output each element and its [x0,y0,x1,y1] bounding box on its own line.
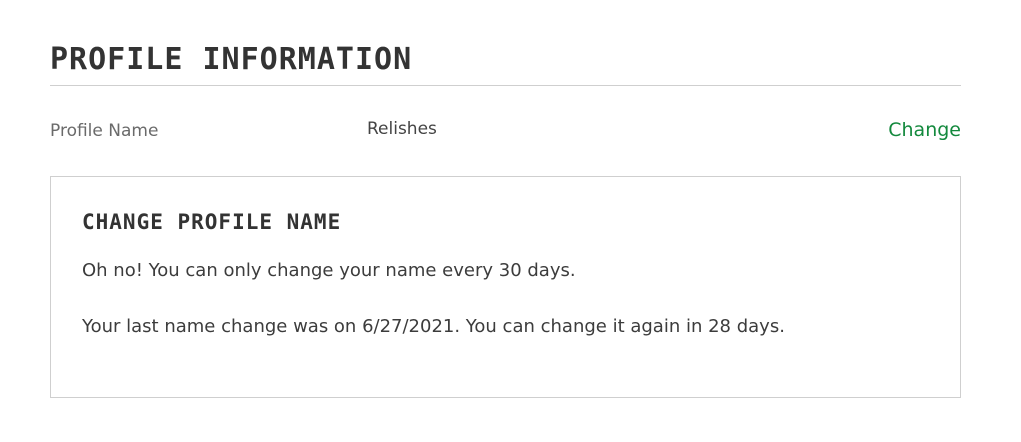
change-frequency-message: Oh no! You can only change your name eve… [82,260,576,281]
section-title: PROFILE INFORMATION [50,42,413,77]
profile-name-value: Relishes [367,119,437,139]
profile-name-row: Profile Name Relishes Change [50,112,961,148]
profile-name-label: Profile Name [50,121,159,141]
last-change-message: Your last name change was on 6/27/2021. … [82,316,785,337]
section-divider [50,85,961,86]
change-profile-name-panel: CHANGE PROFILE NAME Oh no! You can only … [50,176,961,398]
change-profile-name-title: CHANGE PROFILE NAME [82,210,342,234]
change-profile-name-link[interactable]: Change [888,119,961,141]
